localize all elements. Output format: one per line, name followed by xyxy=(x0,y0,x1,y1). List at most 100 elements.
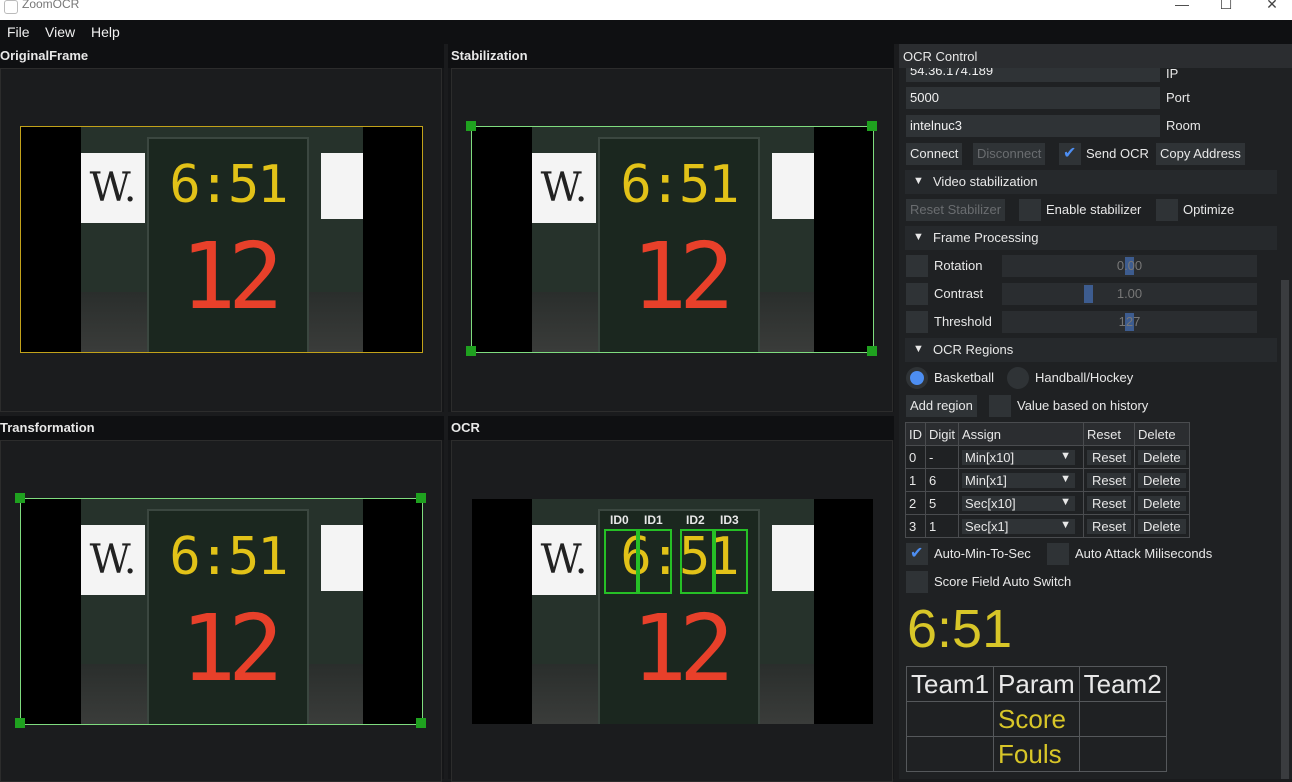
stabilization-roi xyxy=(471,126,874,353)
team2-score-cell[interactable] xyxy=(1078,701,1167,737)
close-button[interactable]: ✕ xyxy=(1257,0,1287,13)
ocr-label-id1: ID1 xyxy=(644,513,663,527)
history-checkbox[interactable] xyxy=(989,395,1011,417)
team2-fouls-cell[interactable] xyxy=(1078,736,1167,772)
assign-select[interactable]: Min[x10] ▼ xyxy=(962,449,1076,465)
history-label: Value based on history xyxy=(1017,398,1149,413)
reset-button[interactable]: Reset xyxy=(1087,472,1131,488)
rotation-slider[interactable]: 0.00 xyxy=(1002,255,1257,277)
disconnect-button[interactable]: Disconnect xyxy=(973,143,1046,165)
ocr-view[interactable]: W. 6:51 12 ID0 ID1 ID2 ID3 xyxy=(451,440,893,782)
stabilization-view[interactable]: W. 6:51 12 xyxy=(451,68,893,412)
menu-file[interactable]: File xyxy=(7,24,30,40)
delete-button[interactable]: Delete xyxy=(1137,472,1186,488)
maximize-button[interactable]: ☐ xyxy=(1211,0,1241,13)
threshold-checkbox[interactable] xyxy=(906,311,928,333)
sign-text: W. xyxy=(532,525,596,595)
score-switch-checkbox[interactable] xyxy=(906,571,928,593)
reset-button[interactable]: Reset xyxy=(1087,518,1131,534)
ocr-region-2[interactable] xyxy=(680,529,714,594)
optimize-label: Optimize xyxy=(1183,202,1235,217)
port-input[interactable]: 5000 xyxy=(906,87,1160,109)
frame-processing-header[interactable]: ▼ Frame Processing xyxy=(905,226,1277,250)
ip-input[interactable]: 54.36.174.189 xyxy=(906,68,1160,82)
ocr-region-0[interactable] xyxy=(604,529,638,594)
room-label: Room xyxy=(1166,118,1201,133)
team2-header: Team2 xyxy=(1078,666,1167,702)
original-frame-view[interactable]: W. 6:51 12 xyxy=(0,68,442,412)
copy-address-button[interactable]: Copy Address xyxy=(1156,143,1245,165)
auto-attack-checkbox[interactable] xyxy=(1047,543,1069,565)
video-frame: W. 6:51 12 xyxy=(472,499,873,724)
roi-handle-tr[interactable] xyxy=(867,121,877,131)
title-bar: ZoomOCR — ☐ ✕ xyxy=(0,0,1292,20)
basketball-radio[interactable] xyxy=(906,367,928,389)
table-row: 1 6 Min[x1] ▼ Reset Delete xyxy=(905,468,1190,492)
reset-button[interactable]: Reset xyxy=(1087,495,1131,511)
col-assign: Assign xyxy=(958,422,1085,446)
add-region-button[interactable]: Add region xyxy=(906,395,977,417)
delete-button[interactable]: Delete xyxy=(1137,449,1186,465)
teams-table: Team1 Param Team2 Score Fouls xyxy=(905,666,1167,772)
enable-stabilizer-checkbox[interactable] xyxy=(1019,199,1041,221)
reset-stabilizer-button[interactable]: Reset Stabilizer xyxy=(906,199,1006,221)
window-title: ZoomOCR xyxy=(22,0,80,11)
param-fouls: Fouls xyxy=(993,736,1080,772)
roi-handle-bl[interactable] xyxy=(466,346,476,356)
dropdown-arrow-icon: ▼ xyxy=(1060,472,1072,485)
connect-button[interactable]: Connect xyxy=(906,143,963,165)
auto-min-checkbox[interactable] xyxy=(906,543,928,565)
assign-select[interactable]: Sec[x1] ▼ xyxy=(962,518,1076,534)
collapse-arrow-icon: ▼ xyxy=(913,231,924,243)
team1-fouls-cell[interactable] xyxy=(905,736,995,772)
ocr-panel: OCR W. 6:51 12 ID0 ID1 ID2 ID3 xyxy=(448,416,894,782)
contrast-slider[interactable]: 1.00 xyxy=(1002,283,1257,305)
threshold-slider[interactable]: 127 xyxy=(1002,311,1257,333)
port-label: Port xyxy=(1166,90,1190,105)
assign-select[interactable]: Min[x1] ▼ xyxy=(962,472,1076,488)
video-stabilization-header[interactable]: ▼ Video stabilization xyxy=(905,170,1277,194)
delete-button[interactable]: Delete xyxy=(1137,495,1186,511)
contrast-checkbox[interactable] xyxy=(906,283,928,305)
stabilization-panel: Stabilization W. 6:51 12 xyxy=(448,44,894,412)
basketball-label: Basketball xyxy=(934,370,994,385)
handball-radio[interactable] xyxy=(1007,367,1029,389)
table-row: 3 1 Sec[x1] ▼ Reset Delete xyxy=(905,514,1190,538)
rotation-checkbox[interactable] xyxy=(906,255,928,277)
rotation-label: Rotation xyxy=(934,258,983,273)
ip-label: IP xyxy=(1166,66,1179,81)
roi-handle-br[interactable] xyxy=(867,346,877,356)
transform-handle-br[interactable] xyxy=(416,718,426,728)
optimize-checkbox[interactable] xyxy=(1156,199,1178,221)
transform-handle-tr[interactable] xyxy=(416,493,426,503)
menu-bar: File View Help xyxy=(0,20,1292,44)
slider-grab[interactable] xyxy=(1084,285,1093,303)
delete-button[interactable]: Delete xyxy=(1137,518,1186,534)
transform-handle-tl[interactable] xyxy=(15,493,25,503)
ocr-control-panel: OCR Control 54.36.174.189 IP 5000 Port i… xyxy=(899,44,1292,779)
dropdown-arrow-icon: ▼ xyxy=(1060,495,1072,508)
table-row: Score xyxy=(905,701,1167,737)
roi-handle-tl[interactable] xyxy=(466,121,476,131)
transformation-view[interactable]: W. 6:51 12 xyxy=(0,440,442,782)
current-time-display: 6:51 xyxy=(907,599,1013,659)
menu-help[interactable]: Help xyxy=(91,24,120,40)
collapse-arrow-icon: ▼ xyxy=(913,175,924,187)
send-ocr-checkbox[interactable] xyxy=(1059,143,1081,165)
panel-title: Transformation xyxy=(0,420,95,435)
ocr-region-1[interactable] xyxy=(638,529,672,594)
control-scrollbar[interactable] xyxy=(1281,280,1289,779)
param-score: Score xyxy=(993,701,1080,737)
transform-handle-bl[interactable] xyxy=(15,718,25,728)
team1-score-cell[interactable] xyxy=(905,701,995,737)
reset-button[interactable]: Reset xyxy=(1087,449,1131,465)
contrast-label: Contrast xyxy=(934,286,984,301)
minimize-button[interactable]: — xyxy=(1167,0,1197,12)
transform-roi xyxy=(20,498,423,725)
room-input[interactable]: intelnuc3 xyxy=(906,115,1160,137)
menu-view[interactable]: View xyxy=(45,24,75,40)
app-icon xyxy=(4,0,18,14)
ocr-regions-header[interactable]: ▼ OCR Regions xyxy=(905,338,1277,362)
assign-select[interactable]: Sec[x10] ▼ xyxy=(962,495,1076,511)
ocr-region-3[interactable] xyxy=(714,529,748,594)
